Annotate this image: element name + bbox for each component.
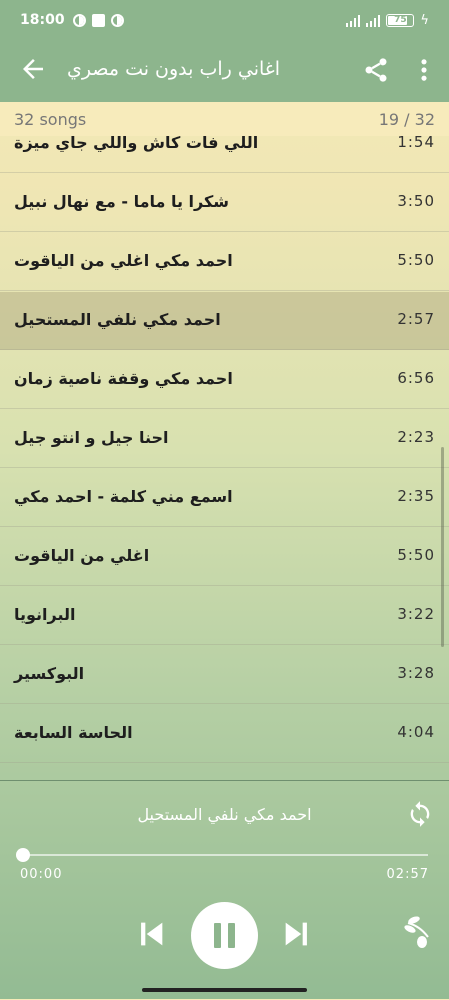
song-row[interactable]: الحاسة السابعة 4:04 xyxy=(0,705,449,763)
playlist-position: 19 / 32 xyxy=(378,110,435,129)
battery-level: 75 xyxy=(394,14,407,25)
song-title: اللي فات كاش واللي جاي ميزة xyxy=(14,136,259,152)
home-indicator[interactable] xyxy=(142,988,307,992)
song-title: البوكسير xyxy=(14,664,85,683)
now-playing-title: احمد مكي نلفي المستحيل xyxy=(137,805,312,824)
song-duration: 2:23 xyxy=(397,428,435,446)
signal-icon xyxy=(346,13,361,27)
list-header: 32 songs 19 / 32 xyxy=(0,102,449,136)
player-panel: احمد مكي نلفي المستحيل 00:00 02:57 xyxy=(0,780,449,1000)
song-duration: 3:28 xyxy=(397,664,435,682)
song-duration: 1:54 xyxy=(397,136,435,151)
battery-icon: 75 xyxy=(386,13,415,27)
song-duration: 5:50 xyxy=(397,251,435,269)
song-title: اسمع مني كلمة - احمد مكي xyxy=(14,487,233,506)
song-title: الحاسة السابعة xyxy=(14,723,133,742)
song-row[interactable]: البوكسير 3:28 xyxy=(0,646,449,704)
song-duration: 3:22 xyxy=(397,605,435,623)
song-row-active[interactable]: احمد مكي نلفي المستحيل 2:57 xyxy=(0,292,449,350)
song-title: احمد مكي اغلي من الياقوت xyxy=(14,251,233,270)
more-vert-icon[interactable] xyxy=(414,56,434,84)
song-row[interactable]: اسمع مني كلمة - احمد مكي 2:35 xyxy=(0,469,449,527)
status-app-icon xyxy=(72,13,86,27)
song-row[interactable]: شكرا يا ماما - مع نهال نبيل 3:50 xyxy=(0,174,449,232)
app-bar: اغاني راب بدون نت مصري xyxy=(0,40,449,102)
song-title: اغلي من الياقوت xyxy=(14,546,150,565)
status-app-icon-2 xyxy=(110,13,124,27)
skip-previous-icon[interactable] xyxy=(134,917,168,951)
skip-next-icon[interactable] xyxy=(280,917,314,951)
song-duration: 2:57 xyxy=(397,310,435,328)
song-row[interactable]: احمد مكي اغلي من الياقوت 5:50 xyxy=(0,233,449,291)
seek-bar[interactable] xyxy=(23,854,428,856)
song-row[interactable]: احمد مكي وقفة ناصية زمان 6:56 xyxy=(0,351,449,409)
status-bar: 18:00 75 ϟ xyxy=(0,0,449,40)
elapsed-time: 00:00 xyxy=(20,867,63,882)
song-row[interactable]: احنا جيل و انتو جيل 2:23 xyxy=(0,410,449,468)
back-arrow-icon[interactable] xyxy=(18,54,48,84)
song-duration: 3:50 xyxy=(397,192,435,210)
song-title: شكرا يا ماما - مع نهال نبيل xyxy=(14,192,230,211)
song-title: احمد مكي وقفة ناصية زمان xyxy=(14,369,233,388)
song-duration: 4:04 xyxy=(397,723,435,741)
song-count: 32 songs xyxy=(14,110,87,129)
song-title: احنا جيل و انتو جيل xyxy=(14,428,169,447)
scrollbar[interactable] xyxy=(441,447,444,647)
status-square-icon xyxy=(91,13,105,27)
olive-branch-icon[interactable] xyxy=(402,915,432,949)
song-duration: 6:56 xyxy=(397,369,435,387)
repeat-icon[interactable] xyxy=(406,800,434,828)
song-title: البرانويا xyxy=(14,605,76,624)
signal-icon-2 xyxy=(366,13,381,27)
pause-button[interactable] xyxy=(191,902,258,969)
seek-thumb[interactable] xyxy=(16,848,30,862)
song-duration: 5:50 xyxy=(397,546,435,564)
status-time: 18:00 xyxy=(20,12,65,28)
song-row[interactable]: اغلي من الياقوت 5:50 xyxy=(0,528,449,586)
status-right-group: 75 ϟ xyxy=(346,13,429,28)
song-row[interactable]: اللي فات كاش واللي جاي ميزة 1:54 xyxy=(0,136,449,173)
song-list[interactable]: اللي فات كاش واللي جاي ميزة 1:54 شكرا يا م… xyxy=(0,136,449,776)
total-time: 02:57 xyxy=(386,867,429,882)
share-icon[interactable] xyxy=(362,56,390,84)
song-row[interactable]: البرانويا 3:22 xyxy=(0,587,449,645)
charging-icon: ϟ xyxy=(420,12,429,28)
song-duration: 2:35 xyxy=(397,487,435,505)
song-title: احمد مكي نلفي المستحيل xyxy=(14,310,221,329)
page-title: اغاني راب بدون نت مصري xyxy=(67,58,280,80)
